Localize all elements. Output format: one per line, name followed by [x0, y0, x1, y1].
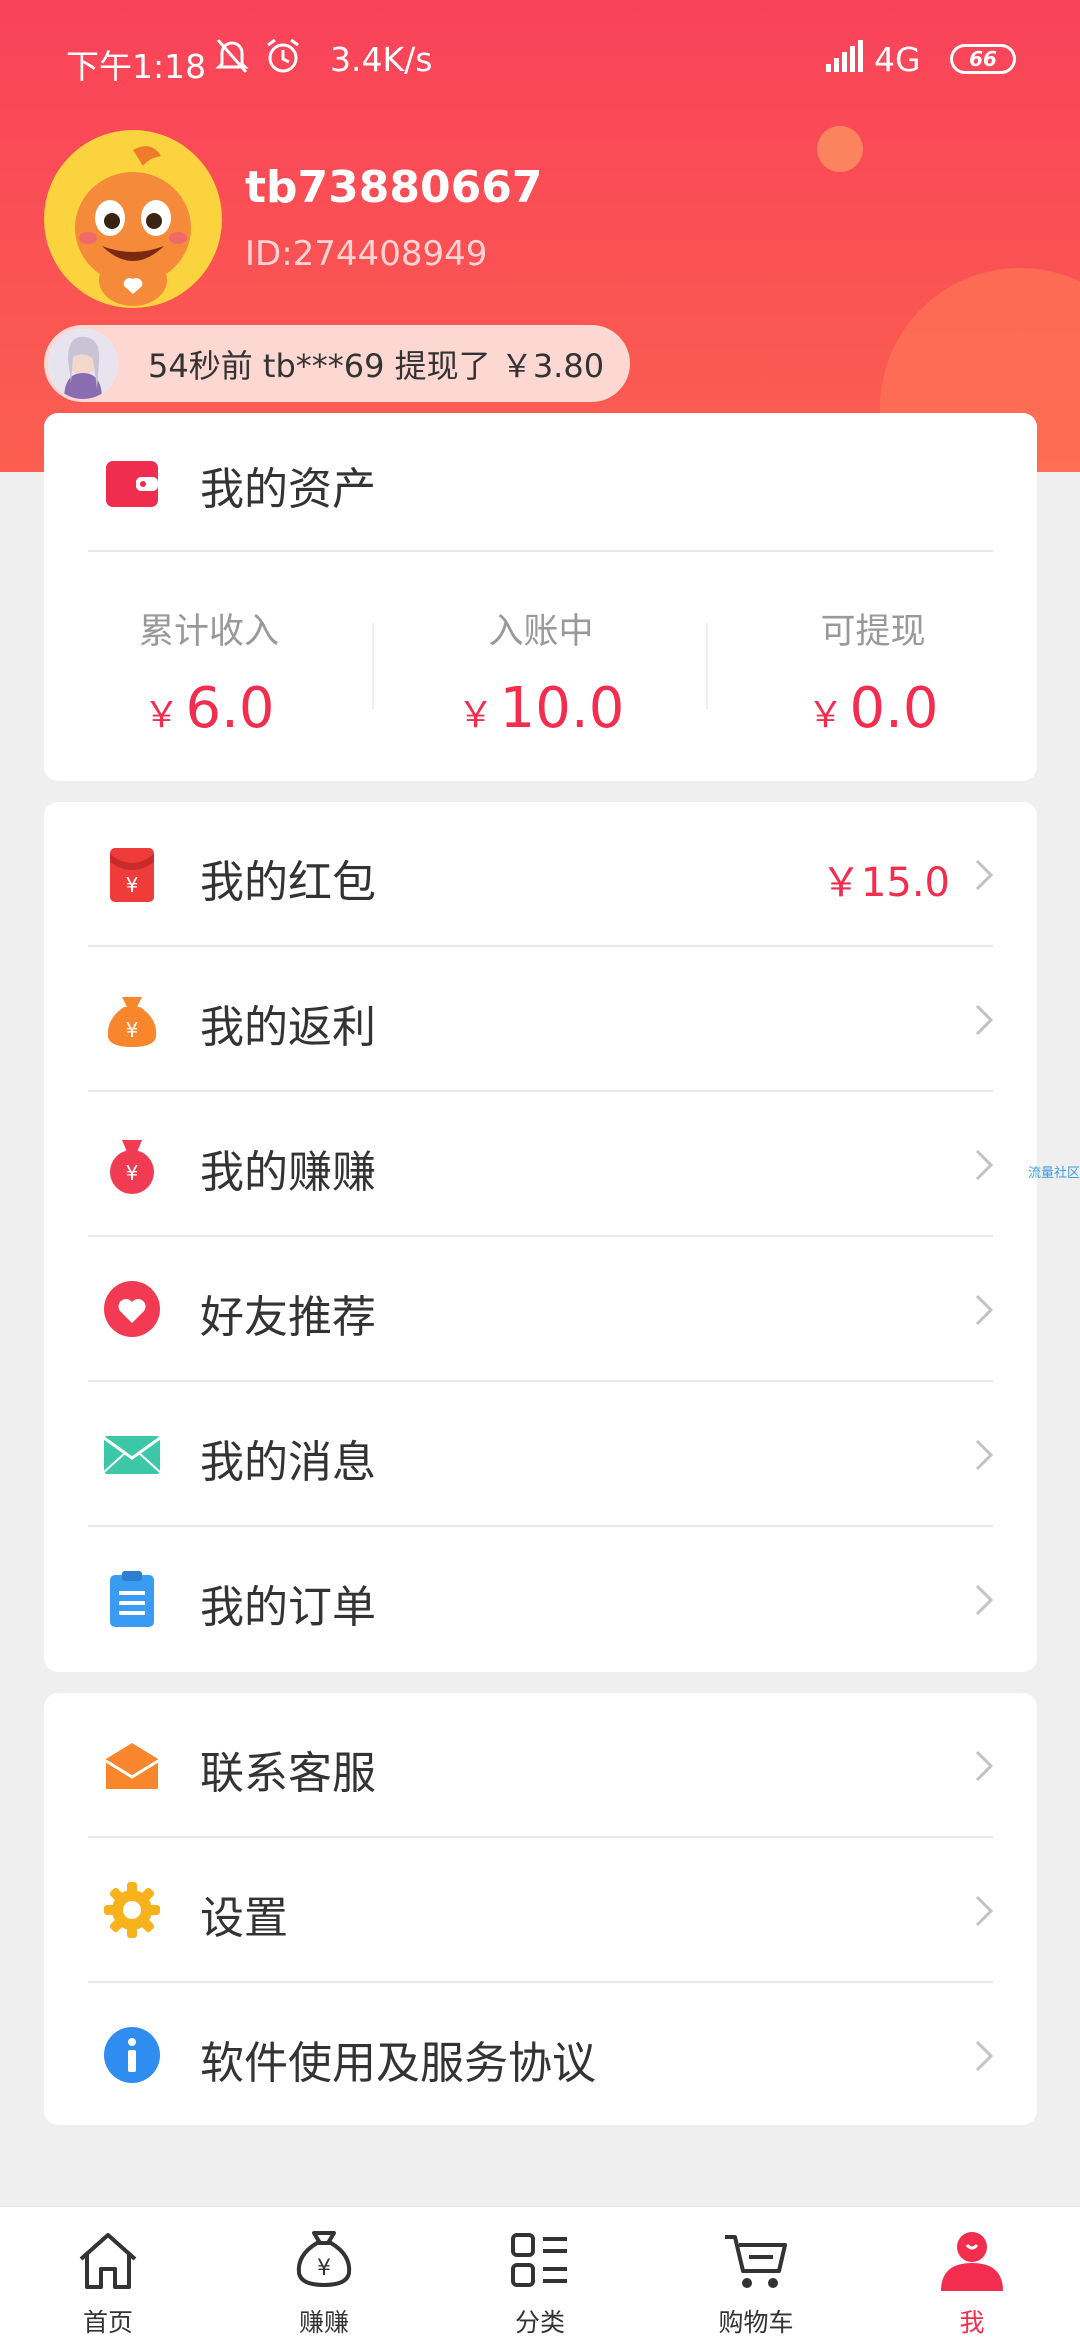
battery-icon: 66 — [950, 44, 1016, 74]
tab-label: 我 — [959, 2308, 985, 2337]
bottom-tab-bar: 首页 ¥ 赚赚 分类 购物车 我 — [0, 2206, 1080, 2340]
user-photo-icon — [48, 328, 118, 399]
username: tb73880667 — [245, 162, 543, 213]
menu-item-friend-referral[interactable]: 好友推荐 — [44, 1237, 1037, 1382]
user-id: ID:274408949 — [245, 234, 488, 274]
profile-icon — [941, 2232, 1003, 2291]
home-icon — [79, 2233, 137, 2289]
chevron-right-icon — [975, 2040, 994, 2072]
chevron-right-icon — [975, 1004, 994, 1036]
menu-label: 我的返利 — [200, 1002, 376, 1053]
chevron-right-icon — [975, 1584, 994, 1616]
decor-circle — [817, 126, 863, 172]
avatar[interactable] — [44, 130, 222, 308]
stat-label: 可提现 — [820, 612, 926, 652]
chevron-right-icon — [975, 1750, 994, 1782]
svg-text:¥: ¥ — [317, 2256, 331, 2281]
envelope-icon — [103, 1436, 161, 1474]
alarm-icon — [267, 38, 299, 73]
clipboard-icon — [110, 1571, 154, 1627]
mute-bell-icon — [215, 39, 249, 73]
stat-value: ￥ 6.0 — [143, 676, 275, 741]
heart-icon — [104, 1281, 160, 1337]
tab-label: 分类 — [514, 2308, 565, 2337]
asset-header[interactable]: 我的资产 — [44, 413, 1037, 551]
menu-item-orders[interactable]: 我的订单 — [44, 1527, 1037, 1672]
menu-item-customer-service[interactable]: 联系客服 — [44, 1693, 1037, 1838]
gear-icon — [104, 1882, 160, 1938]
svg-text:¥: ¥ — [126, 873, 139, 897]
menu-label: 好友推荐 — [200, 1292, 376, 1343]
asset-title: 我的资产 — [200, 464, 376, 515]
category-icon — [511, 2233, 567, 2287]
tab-me[interactable]: 我 — [864, 2207, 1080, 2340]
stat-pending[interactable]: 入账中 ￥ 10.0 — [376, 603, 706, 741]
side-label[interactable]: 流量社区 — [1028, 1162, 1080, 1181]
tab-label: 赚赚 — [298, 2308, 349, 2337]
info-icon — [104, 2027, 160, 2083]
stat-label: 入账中 — [488, 612, 594, 652]
stat-total-income[interactable]: 累计收入 ￥ 6.0 — [44, 603, 374, 741]
money-bag-icon: ¥ — [107, 997, 157, 1047]
divider — [88, 550, 993, 552]
network-speed: 3.4K/s — [330, 40, 433, 79]
red-envelope-amount: ￥15.0 — [820, 860, 950, 906]
asset-card: 我的资产 累计收入 ￥ 6.0 入账中 ￥ 10.0 可提现 ￥ 0.0 — [44, 413, 1037, 781]
tab-home[interactable]: 首页 — [0, 2207, 216, 2340]
earn-bag-icon: ¥ — [110, 1140, 154, 1194]
ticker-avatar — [48, 328, 118, 399]
menu-card-1: ¥ 我的红包 ￥15.0 ¥ 我的返利 ¥ 我的赚赚 好友推荐 我的消息 我的订… — [44, 802, 1037, 1672]
ticker-text: 54秒前 tb***69 提现了 ￥3.80 — [148, 346, 605, 385]
profile-header: 下午1:18 3.4K/s 4G 66 tb73880667 ID:274408… — [0, 0, 1080, 472]
stat-withdrawable[interactable]: 可提现 ￥ 0.0 — [708, 603, 1038, 741]
menu-label: 软件使用及服务协议 — [200, 2038, 596, 2089]
menu-item-rebate[interactable]: ¥ 我的返利 — [44, 947, 1037, 1092]
tab-cart[interactable]: 购物车 — [648, 2207, 864, 2340]
chevron-right-icon — [975, 859, 994, 891]
chevron-right-icon — [975, 1439, 994, 1471]
divider — [372, 623, 374, 709]
menu-item-red-envelope[interactable]: ¥ 我的红包 ￥15.0 — [44, 802, 1037, 947]
battery-level: 66 — [969, 47, 997, 71]
menu-label: 我的赚赚 — [200, 1147, 376, 1198]
service-mail-icon — [105, 1743, 159, 1789]
status-time: 下午1:18 — [66, 47, 207, 86]
menu-card-2: 联系客服 设置 软件使用及服务协议 — [44, 1693, 1037, 2125]
menu-label: 联系客服 — [200, 1748, 376, 1799]
svg-text:¥: ¥ — [126, 1161, 139, 1185]
chevron-right-icon — [975, 1149, 994, 1181]
chevron-right-icon — [975, 1294, 994, 1326]
signal-icon — [826, 40, 863, 72]
menu-label: 设置 — [200, 1893, 288, 1944]
red-envelope-icon: ¥ — [110, 848, 154, 902]
tab-label: 首页 — [82, 2308, 133, 2337]
money-bag-icon: ¥ — [296, 2231, 352, 2288]
menu-item-earn[interactable]: ¥ 我的赚赚 — [44, 1092, 1037, 1237]
svg-text:¥: ¥ — [126, 1018, 139, 1042]
status-bar: 下午1:18 3.4K/s 4G 66 — [0, 0, 1080, 120]
withdraw-ticker: 54秒前 tb***69 提现了 ￥3.80 — [44, 325, 630, 402]
network-type: 4G — [874, 40, 921, 79]
wallet-icon — [106, 461, 158, 507]
chevron-right-icon — [975, 1895, 994, 1927]
menu-label: 我的红包 — [200, 857, 376, 908]
stat-value: ￥ 10.0 — [457, 676, 625, 741]
mascot-avatar-icon — [75, 146, 191, 306]
cart-icon — [725, 2235, 787, 2288]
tab-category[interactable]: 分类 — [432, 2207, 648, 2340]
menu-item-settings[interactable]: 设置 — [44, 1838, 1037, 1983]
stat-label: 累计收入 — [138, 612, 279, 652]
menu-item-agreement[interactable]: 软件使用及服务协议 — [44, 1983, 1037, 2128]
tab-label: 购物车 — [718, 2308, 794, 2337]
menu-label: 我的消息 — [200, 1437, 376, 1488]
tab-earn[interactable]: ¥ 赚赚 — [216, 2207, 432, 2340]
menu-label: 我的订单 — [200, 1582, 376, 1633]
menu-item-messages[interactable]: 我的消息 — [44, 1382, 1037, 1527]
stat-value: ￥ 0.0 — [807, 676, 939, 741]
